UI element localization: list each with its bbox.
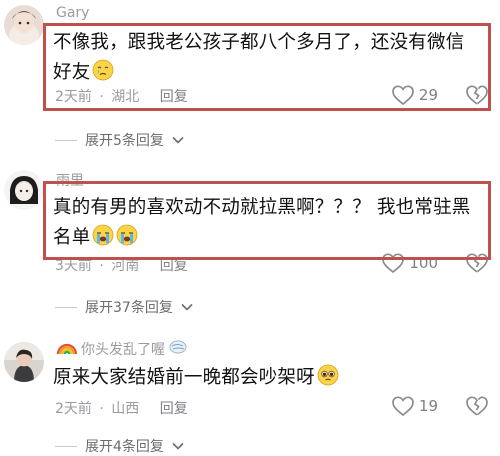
loudly-crying-face-emoji [92,224,114,256]
comment-text: 真的有男的喜欢动不动就拉黑啊？？？ 我也常驻黑 名单 [53,193,470,256]
time-text: 3天前 [55,258,92,274]
meta-separator: · [99,258,104,274]
loudly-crying-face-emoji [116,224,138,256]
rainbow-icon [56,339,78,359]
location-text: 河南 [111,258,140,274]
username[interactable]: 雨里 [56,170,84,190]
comment-text: 不像我，跟我老公孩子都八个多月了，还没有微信 好友 [53,28,464,91]
broken-heart-icon [466,85,488,105]
like-button[interactable]: 19 [391,395,438,417]
like-count: 100 [409,254,438,272]
username[interactable]: Gary [56,5,89,21]
location-text: 山西 [111,401,140,417]
heart-icon [392,85,414,106]
like-count: 29 [418,86,438,104]
divider-line [55,306,77,308]
comment-text-line: 好友 [53,62,91,83]
chevron-down-icon [181,303,193,311]
chevron-down-icon [172,442,184,450]
meta-separator: · [99,89,104,105]
broken-heart-icon [466,396,488,416]
like-count: 19 [418,397,438,415]
heart-icon [382,253,405,274]
time-text: 2天前 [55,401,92,417]
location-text: 湖北 [111,89,140,105]
time-text: 2天前 [55,89,92,105]
expand-replies-button[interactable]: 展开37条回复 [55,297,193,317]
expand-replies-label: 展开37条回复 [85,300,173,316]
like-button[interactable]: 29 [391,84,438,106]
dislike-button[interactable] [464,252,490,278]
comment-text: 原来大家结婚前一晚都会吵架呀 [53,363,339,396]
wind-face-icon [168,339,188,359]
pleading-face-emoji [317,364,339,396]
comment-text-line: 不像我，跟我老公孩子都八个多月了，还没有微信 [53,32,465,53]
avatar[interactable] [4,170,44,210]
comment-meta: 2天前 · 山西 回复 [55,398,188,418]
expand-replies-label: 展开4条回复 [85,439,164,455]
username[interactable]: 你头发乱了喔 [56,339,188,359]
heart-icon [392,396,414,417]
broken-heart-icon [466,253,488,273]
reply-button[interactable]: 回复 [160,258,188,274]
username-text: Gary [56,5,90,21]
username-text: 雨里 [56,173,84,189]
expand-replies-label: 展开5条回复 [85,133,164,149]
dislike-button[interactable] [464,84,490,110]
reply-button[interactable]: 回复 [160,89,188,105]
dislike-button[interactable] [464,395,490,421]
meta-separator: · [99,401,104,417]
expand-replies-button[interactable]: 展开4条回复 [55,436,184,456]
avatar[interactable] [4,342,44,382]
divider-line [55,445,77,447]
avatar[interactable] [4,5,44,45]
comment-text-line: 真的有男的喜欢动不动就拉黑啊？？？ 我也常驻黑 [53,197,471,218]
comment-meta: 2天前 · 湖北 回复 [55,86,188,106]
comment-meta: 3天前 · 河南 回复 [55,255,188,275]
divider-line [55,139,77,141]
username-text: 你头发乱了喔 [81,342,165,358]
like-button[interactable]: 100 [381,252,438,274]
reply-button[interactable]: 回复 [160,401,188,417]
chevron-down-icon [172,136,184,144]
expand-replies-button[interactable]: 展开5条回复 [55,130,184,150]
comment-text-line: 名单 [53,227,91,248]
comment-text-line: 原来大家结婚前一晚都会吵架呀 [53,367,315,388]
